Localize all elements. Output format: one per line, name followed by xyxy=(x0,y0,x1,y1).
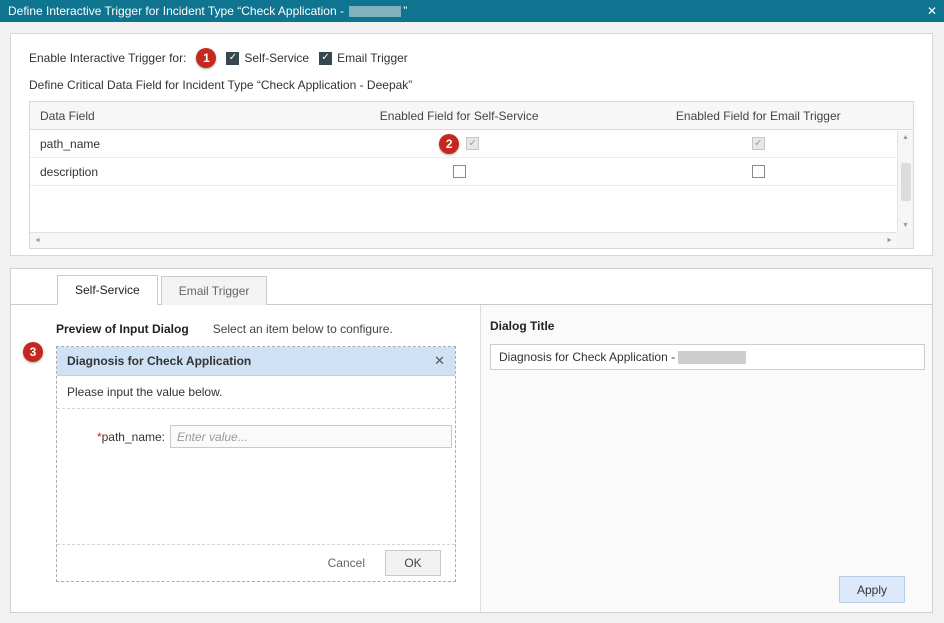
enable-trigger-label: Enable Interactive Trigger for: xyxy=(29,51,186,65)
scroll-down-icon[interactable]: ▼ xyxy=(902,222,909,229)
field-label-text: path_name: xyxy=(102,430,165,444)
input-dialog-preview: Diagnosis for Check Application ✕ Please… xyxy=(56,346,456,582)
tab-self-service[interactable]: Self-Service xyxy=(57,275,158,305)
preview-field-label: *path_name: xyxy=(57,430,165,444)
email-trigger-cell xyxy=(620,137,897,150)
window-titlebar: Define Interactive Trigger for Incident … xyxy=(0,0,944,22)
self-service-checkbox-label: Self-Service xyxy=(244,51,309,65)
dialog-title-label: Dialog Title xyxy=(490,319,925,333)
redacted-text xyxy=(349,6,401,17)
self-service-cell xyxy=(299,165,620,178)
preview-dialog-title: Diagnosis for Check Application xyxy=(67,354,251,368)
vertical-scrollbar[interactable]: ▲ ▼ xyxy=(897,131,913,232)
scroll-right-icon[interactable]: ► xyxy=(886,237,893,244)
annotation-badge-1: 1 xyxy=(196,48,216,68)
table-header-row: Data Field Enabled Field for Self-Servic… xyxy=(30,102,913,130)
row-self-service-checkbox[interactable] xyxy=(453,165,466,178)
scrollbar-thumb[interactable] xyxy=(901,163,911,201)
self-service-toggle[interactable]: Self-Service xyxy=(226,51,309,65)
preview-close-icon[interactable]: ✕ xyxy=(434,353,445,369)
config-content: Preview of Input Dialog Select an item b… xyxy=(11,305,932,612)
trigger-config-panel: Self-Service Email Trigger 3 Preview of … xyxy=(10,268,933,613)
preview-heading: Preview of Input Dialog xyxy=(56,322,189,336)
apply-button[interactable]: Apply xyxy=(839,576,905,603)
data-field-cell: description xyxy=(30,165,299,179)
table-row: path_name 2 xyxy=(30,130,913,158)
window-title-text: Define Interactive Trigger for Incident … xyxy=(8,4,347,18)
critical-data-field-table: Data Field Enabled Field for Self-Servic… xyxy=(29,101,914,249)
annotation-badge-3: 3 xyxy=(23,342,43,362)
scroll-up-icon[interactable]: ▲ xyxy=(902,134,909,141)
preview-value-input[interactable] xyxy=(170,425,452,448)
trigger-definition-panel: Enable Interactive Trigger for: 1 Self-S… xyxy=(10,33,933,256)
email-trigger-checkbox[interactable] xyxy=(319,52,332,65)
scrollbar-corner xyxy=(897,232,913,248)
dialog-title-value: Diagnosis for Check Application - xyxy=(499,350,675,364)
email-trigger-cell xyxy=(620,165,897,178)
close-icon[interactable]: ✕ xyxy=(927,0,937,22)
scroll-left-icon[interactable]: ◄ xyxy=(34,237,41,244)
row-email-trigger-checkbox[interactable] xyxy=(752,165,765,178)
column-header-data-field: Data Field xyxy=(30,109,299,123)
preview-dialog-footer: Cancel OK xyxy=(57,544,455,581)
window-title-suffix: ” xyxy=(403,4,407,18)
email-trigger-checkbox-label: Email Trigger xyxy=(337,51,408,65)
enable-trigger-row: Enable Interactive Trigger for: 1 Self-S… xyxy=(29,46,914,70)
self-service-cell: 2 xyxy=(299,134,620,154)
settings-pane: Dialog Title Diagnosis for Check Applica… xyxy=(480,305,932,612)
column-header-self-service: Enabled Field for Self-Service xyxy=(299,109,620,123)
annotation-badge-2: 2 xyxy=(439,134,459,154)
dialog-title-input[interactable]: Diagnosis for Check Application - xyxy=(490,344,925,370)
table-row: description xyxy=(30,158,913,186)
cancel-button[interactable]: Cancel xyxy=(328,556,365,570)
column-header-email-trigger: Enabled Field for Email Trigger xyxy=(620,109,897,123)
preview-dialog-titlebar[interactable]: Diagnosis for Check Application ✕ xyxy=(57,347,455,376)
data-field-cell: path_name xyxy=(30,137,299,151)
define-critical-field-label: Define Critical Data Field for Incident … xyxy=(29,78,914,92)
preview-header-row: Preview of Input Dialog Select an item b… xyxy=(56,322,480,336)
self-service-checkbox[interactable] xyxy=(226,52,239,65)
ok-button[interactable]: OK xyxy=(385,550,441,576)
redacted-text xyxy=(678,351,746,364)
tab-email-trigger[interactable]: Email Trigger xyxy=(161,276,268,305)
preview-instruction: Please input the value below. xyxy=(57,376,455,409)
horizontal-scrollbar[interactable]: ◄ ► xyxy=(30,232,897,248)
preview-field-row[interactable]: *path_name: xyxy=(57,425,455,448)
config-tab-bar: Self-Service Email Trigger xyxy=(11,269,932,305)
email-trigger-toggle[interactable]: Email Trigger xyxy=(319,51,408,65)
preview-hint: Select an item below to configure. xyxy=(213,322,393,336)
row-email-trigger-checkbox xyxy=(752,137,765,150)
row-self-service-checkbox xyxy=(466,137,479,150)
preview-pane: Preview of Input Dialog Select an item b… xyxy=(11,305,480,612)
